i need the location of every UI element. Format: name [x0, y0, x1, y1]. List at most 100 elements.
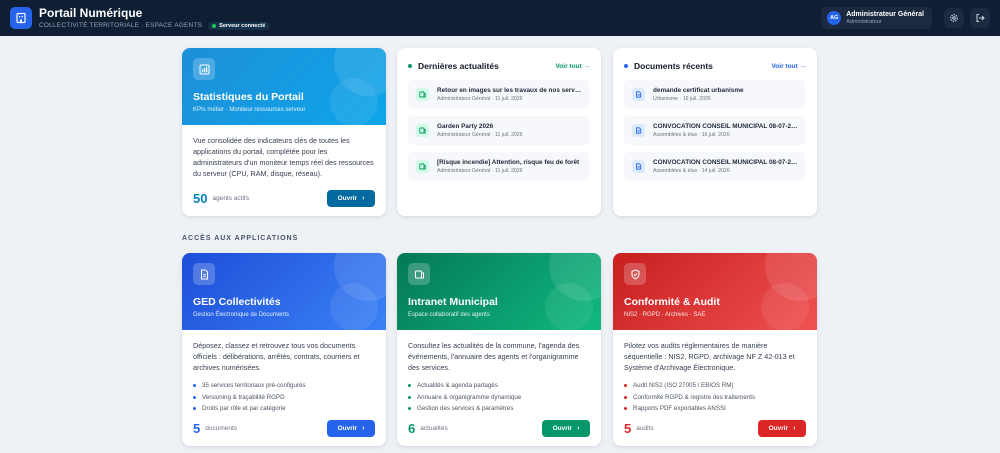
- stats-card[interactable]: Statistiques du Portail KPIs métier · Mo…: [182, 48, 386, 216]
- news-icon: [416, 160, 429, 173]
- app-card-ged[interactable]: GED Collectivités Gestion Électronique d…: [182, 253, 386, 446]
- ged-open-label: Ouvrir: [337, 425, 358, 432]
- ged-feature-list: 35 services territoriaux pré-configurés …: [182, 380, 386, 415]
- list-item: Versioning & traçabilité RGPD: [193, 392, 375, 404]
- document-icon: [632, 124, 645, 137]
- compliance-feature-list: Audit NIS2 (ISO 27005 / EBIOS RM) Confor…: [613, 380, 817, 415]
- intranet-card-header: Intranet Municipal Espace collaboratif d…: [397, 253, 601, 330]
- apps-section-title: ACCÈS AUX APPLICATIONS: [182, 235, 299, 242]
- app-card-compliance[interactable]: Conformité & Audit NIS2 · RGPD · Archive…: [613, 253, 817, 446]
- intranet-count: 6: [408, 421, 416, 436]
- documents-see-all-link[interactable]: Voir tout →: [771, 63, 806, 70]
- stats-card-subtitle: KPIs métier · Moniteur ressources serveu…: [193, 107, 306, 113]
- stats-card-description: Vue consolidée des indicateurs clés de t…: [193, 136, 374, 178]
- news-item-title: Garden Party 2026: [437, 123, 494, 130]
- ged-card-description: Déposez, classez et retrouvez tous vos d…: [193, 341, 360, 372]
- chevron-right-icon: ›: [577, 425, 580, 432]
- document-item-meta: Assemblées & élus · 14 juil. 2026: [653, 168, 730, 174]
- stats-open-button[interactable]: Ouvrir ›: [327, 190, 375, 207]
- list-item: Conformité RGPD & registre des traitemen…: [624, 392, 806, 404]
- documents-title: Documents récents: [634, 61, 713, 71]
- documents-card: Documents récents Voir tout → demande ce…: [613, 48, 817, 216]
- compliance-open-button[interactable]: Ouvrir ›: [758, 420, 806, 437]
- document-item[interactable]: CONVOCATION CONSEIL MUNICIPAL 08-07-2026…: [624, 152, 806, 181]
- chevron-right-icon: ›: [362, 195, 365, 202]
- list-item: Droits par rôle et par catégorie: [193, 403, 375, 415]
- list-item: Gestion des services & paramètres: [408, 403, 590, 415]
- shield-icon: [624, 263, 646, 285]
- chevron-right-icon: ›: [793, 425, 796, 432]
- ged-card-header: GED Collectivités Gestion Électronique d…: [182, 253, 386, 330]
- settings-button[interactable]: [944, 8, 964, 28]
- list-item: Annuaire & organigramme dynamique: [408, 392, 590, 404]
- compliance-card-subtitle: NIS2 · RGPD · Archives · SAE: [624, 312, 706, 318]
- portal-logo-icon[interactable]: [10, 7, 32, 29]
- ged-open-button[interactable]: Ouvrir ›: [327, 420, 375, 437]
- compliance-card-description: Pilotez vos audits réglementaires de man…: [624, 341, 795, 372]
- stats-count-label: agents actifs: [212, 195, 249, 202]
- news-item-title: [Risque incendie] Attention, risque feu …: [437, 159, 580, 166]
- news-item-meta: Administrateur Général · 11 juil. 2026: [437, 132, 523, 138]
- list-item: Rapports PDF exportables ANSSI: [624, 403, 806, 415]
- compliance-count: 5: [624, 421, 632, 436]
- user-menu[interactable]: AG Administrateur Général Administrateur: [821, 7, 932, 29]
- news-item[interactable]: Garden Party 2026 Administrateur Général…: [408, 116, 590, 145]
- app-card-intranet[interactable]: Intranet Municipal Espace collaboratif d…: [397, 253, 601, 446]
- news-item-meta: Administrateur Général · 11 juil. 2026: [437, 168, 523, 174]
- ged-count-label: documents: [205, 425, 238, 432]
- logout-button[interactable]: [970, 8, 990, 28]
- document-item-title: demande certificat urbanisme: [653, 87, 744, 94]
- news-title: Dernières actualités: [418, 61, 499, 71]
- gear-icon: [950, 14, 958, 22]
- intranet-card-subtitle: Espace collaboratif des agents: [408, 312, 490, 318]
- document-item[interactable]: demande certificat urbanisme Urbanisme ·…: [624, 80, 806, 109]
- portal-title: Portail Numérique: [39, 5, 143, 20]
- documents-dot-icon: [624, 64, 628, 68]
- intranet-count-label: actualités: [420, 425, 448, 432]
- news-item-meta: Administrateur Général · 11 juil. 2026: [437, 96, 523, 102]
- news-dot-icon: [408, 64, 412, 68]
- brand-block: Portail Numérique COLLECTIVITÉ TERRITORI…: [39, 5, 271, 30]
- news-icon: [416, 124, 429, 137]
- document-item[interactable]: CONVOCATION CONSEIL MUNICIPAL 08-07-2026…: [624, 116, 806, 145]
- status-dot-icon: [212, 23, 217, 28]
- intranet-open-button[interactable]: Ouvrir ›: [542, 420, 590, 437]
- document-item-title: CONVOCATION CONSEIL MUNICIPAL 08-07-2026: [653, 159, 798, 166]
- news-icon: [416, 88, 429, 101]
- user-name: Administrateur Général: [846, 10, 924, 18]
- server-status-text: Serveur connecté: [219, 22, 266, 29]
- chevron-right-icon: ›: [362, 425, 365, 432]
- logout-icon: [976, 14, 985, 22]
- stats-count: 50: [193, 191, 208, 206]
- intranet-card-description: Consultez les actualités de la commune, …: [408, 341, 580, 372]
- compliance-count-label: audits: [636, 425, 654, 432]
- ged-count: 5: [193, 421, 201, 436]
- list-item: Audit NIS2 (ISO 27005 / EBIOS RM): [624, 380, 806, 392]
- document-item-meta: Urbanisme · 16 juil. 2026: [653, 96, 711, 102]
- news-card: Dernières actualités Voir tout → Retour …: [397, 48, 601, 216]
- server-status-badge: Serveur connecté: [208, 21, 271, 30]
- stats-card-header: Statistiques du Portail KPIs métier · Mo…: [182, 48, 386, 125]
- news-item[interactable]: [Risque incendie] Attention, risque feu …: [408, 152, 590, 181]
- news-see-all-link[interactable]: Voir tout →: [555, 63, 590, 70]
- document-item-meta: Assemblées & élus · 16 juil. 2026: [653, 132, 730, 138]
- news-item-title: Retour en images sur les travaux de nos …: [437, 87, 582, 94]
- compliance-open-label: Ouvrir: [768, 425, 789, 432]
- intranet-open-label: Ouvrir: [552, 425, 573, 432]
- document-item-title: CONVOCATION CONSEIL MUNICIPAL 08-07-2026: [653, 123, 798, 130]
- stats-open-label: Ouvrir: [337, 195, 358, 202]
- intranet-feature-list: Actualités & agenda partagés Annuaire & …: [397, 380, 601, 415]
- news-item[interactable]: Retour en images sur les travaux de nos …: [408, 80, 590, 109]
- ged-card-title: GED Collectivités: [193, 296, 281, 308]
- ged-card-subtitle: Gestion Électronique de Documents: [193, 312, 290, 318]
- list-item: Actualités & agenda partagés: [408, 380, 590, 392]
- compliance-card-title: Conformité & Audit: [624, 296, 720, 308]
- document-icon: [632, 160, 645, 173]
- document-icon: [193, 263, 215, 285]
- stats-card-title: Statistiques du Portail: [193, 91, 304, 103]
- chart-icon: [193, 58, 215, 80]
- list-item: 35 services territoriaux pré-configurés: [193, 380, 375, 392]
- document-icon: [632, 88, 645, 101]
- top-bar: Portail Numérique COLLECTIVITÉ TERRITORI…: [0, 0, 1000, 36]
- portal-subtitle: COLLECTIVITÉ TERRITORIALE · ESPACE AGENT…: [39, 22, 203, 29]
